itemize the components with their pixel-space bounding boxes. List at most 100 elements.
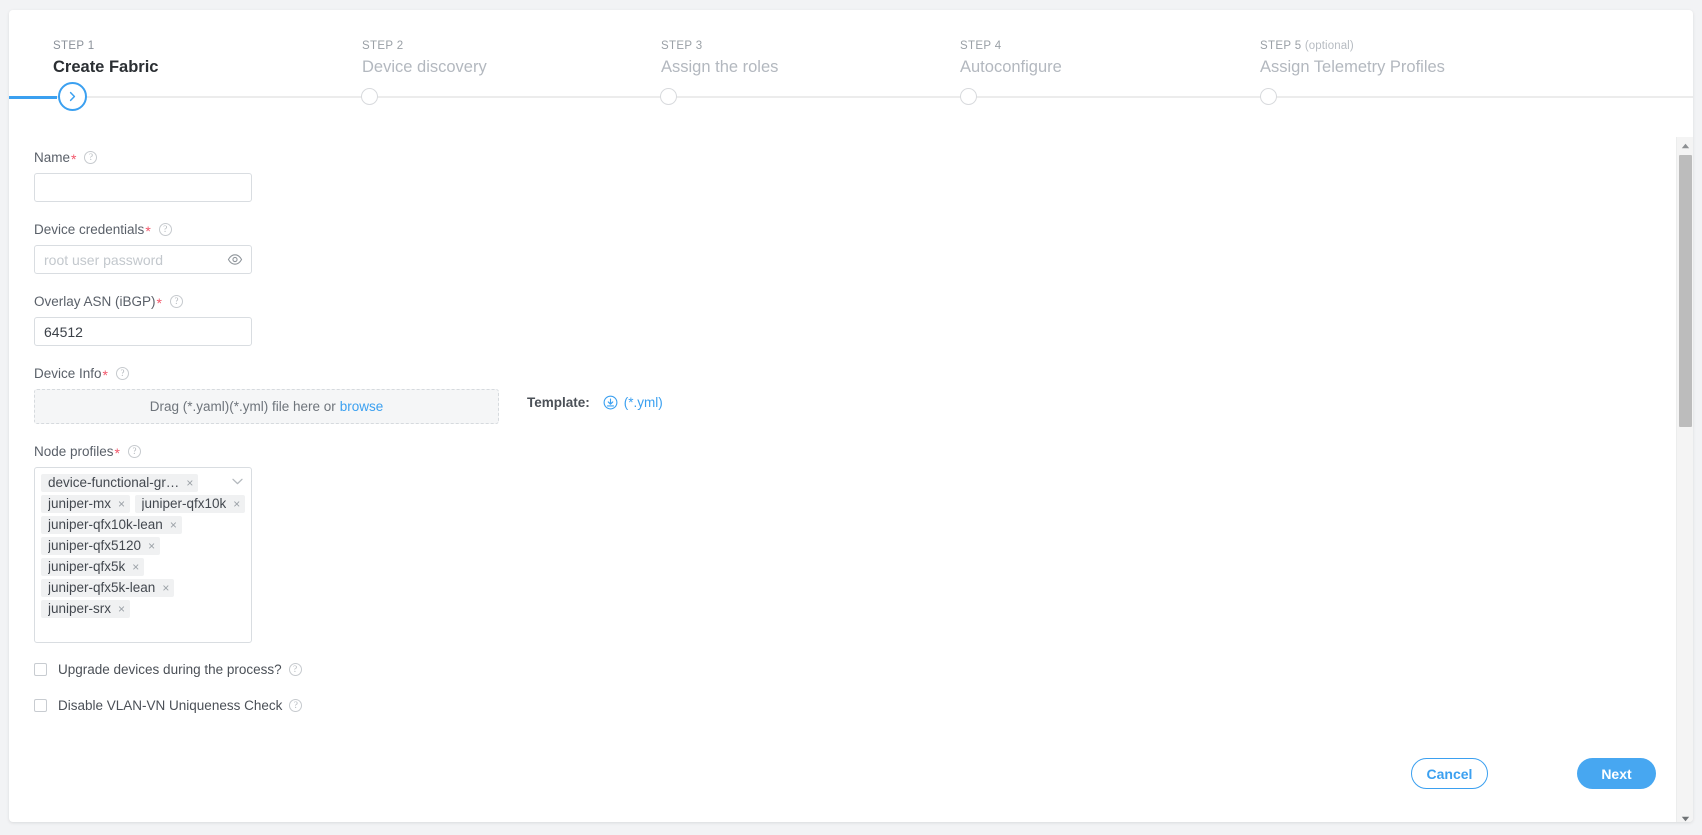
cancel-button[interactable]: Cancel [1411,758,1488,789]
step-5[interactable]: STEP 5 (optional) Assign Telemetry Profi… [1260,40,1445,77]
step-1-title: Create Fabric [53,58,159,76]
tag-item[interactable]: juniper-srx × [41,600,131,618]
dropzone-text: Drag (*.yaml)(*.yml) file here or [149,399,336,414]
tag-label: juniper-qfx5120 [48,538,142,553]
wizard-stepper: STEP 1 Create Fabric STEP 2 Device disco… [9,10,1693,128]
scroll-down-arrow-icon[interactable] [1677,810,1693,822]
step-5-node[interactable] [1260,88,1277,105]
field-name: Name * ? [34,150,1134,202]
node-profiles-help-icon[interactable]: ? [128,445,141,458]
page-root: STEP 1 Create Fabric STEP 2 Device disco… [0,0,1702,835]
tag-item[interactable]: juniper-mx × [41,495,131,513]
tag-item[interactable]: juniper-qfx5k × [41,558,145,576]
download-circle-icon [603,395,618,410]
chevron-right-icon [69,91,76,102]
tag-label: juniper-qfx10k-lean [48,517,163,532]
tag-item[interactable]: juniper-qfx10k-lean × [41,516,182,534]
template-download-link[interactable]: (*.yml) [603,395,663,410]
step-2-node[interactable] [361,88,378,105]
device-info-required-asterisk: * [102,366,108,383]
checkbox-upgrade-devices[interactable] [34,663,47,676]
node-profiles-tagbox[interactable]: device-functional-gr… × juniper-mx × junip… [34,467,252,643]
step-4[interactable]: STEP 4 Autoconfigure [960,40,1062,77]
device-credentials-help-icon[interactable]: ? [158,223,172,236]
step-2-kicker: STEP 2 [362,40,404,52]
overlay-asn-label: Overlay ASN (iBGP) * ? [34,294,1134,311]
tag-label: juniper-qfx5k-lean [48,580,156,595]
field-node-profiles: Node profiles * ? device-functional-gr… × … [34,444,1134,643]
checkbox-upgrade-devices-row[interactable]: Upgrade devices during the process? ? [34,662,1134,677]
tag-item[interactable]: juniper-qfx10k × [134,495,246,513]
tag-remove-icon[interactable]: × [233,497,240,511]
tag-remove-icon[interactable]: × [162,581,169,595]
scrollbar-thumb[interactable] [1679,155,1692,427]
chevron-down-icon[interactable] [232,478,243,485]
tag-item[interactable]: juniper-qfx5120 × [41,537,161,555]
name-input[interactable] [34,173,252,202]
step-4-kicker: STEP 4 [960,40,1002,52]
step-5-kicker: STEP 5 (optional) [1260,40,1354,52]
checkbox-upgrade-devices-label: Upgrade devices during the process? [58,662,282,677]
step-4-title: Autoconfigure [960,58,1062,76]
checkbox-disable-vlan-vn[interactable] [34,699,47,712]
device-credentials-required-asterisk: * [145,222,151,239]
step-2-title: Device discovery [362,58,487,76]
device-password-input[interactable] [34,245,252,274]
step-4-node[interactable] [960,88,977,105]
template-row: Template: (*.yml) [527,395,663,410]
tag-label: juniper-srx [48,601,112,616]
wizard-footer: Cancel Next [9,736,1693,822]
device-info-help-icon[interactable]: ? [116,367,129,380]
node-profiles-required-asterisk: * [114,444,120,461]
stepper-track-progress [9,96,57,99]
tag-label: juniper-mx [48,496,112,511]
upgrade-devices-help-icon[interactable]: ? [288,663,302,676]
tag-remove-icon[interactable]: × [118,602,125,616]
step-1[interactable]: STEP 1 Create Fabric [53,40,158,77]
overlay-asn-label-text: Overlay ASN (iBGP) [34,294,156,309]
step-3-node[interactable] [660,88,677,105]
tag-item[interactable]: juniper-qfx5k-lean × [41,579,175,597]
overlay-asn-input[interactable] [34,317,252,346]
tag-label: juniper-qfx10k [141,496,227,511]
tag-remove-icon[interactable]: × [148,539,155,553]
step-3-title: Assign the roles [661,58,779,76]
tag-remove-icon[interactable]: × [118,497,125,511]
name-help-icon[interactable]: ? [84,151,98,164]
device-credentials-label: Device credentials * ? [34,222,1134,239]
field-overlay-asn: Overlay ASN (iBGP) * ? [34,294,1134,346]
tag-item[interactable]: device-functional-gr… × [41,474,199,492]
field-device-credentials: Device credentials * ? [34,222,1134,274]
overlay-asn-required-asterisk: * [156,294,162,311]
step-3-kicker: STEP 3 [661,40,703,52]
device-info-label: Device Info * ? [34,366,1134,383]
scroll-up-arrow-icon[interactable] [1677,137,1693,154]
tag-remove-icon[interactable]: × [186,476,193,490]
step-3[interactable]: STEP 3 Assign the roles [661,40,778,77]
node-profiles-label-text: Node profiles [34,444,114,459]
tag-list: device-functional-gr… × juniper-mx × junip… [41,474,246,621]
vertical-scrollbar[interactable] [1676,137,1693,822]
checkbox-disable-vlan-vn-label: Disable VLAN-VN Uniqueness Check [58,698,283,713]
create-fabric-form: Name * ? Device credentials * ? root use… [34,150,1134,713]
node-profiles-label: Node profiles * ? [34,444,1134,461]
disable-vlan-vn-help-icon[interactable]: ? [289,699,303,712]
step-2[interactable]: STEP 2 Device discovery [362,40,487,77]
template-link-text: (*.yml) [623,395,663,410]
tag-label: device-functional-gr… [48,475,180,490]
name-required-asterisk: * [71,150,77,167]
eye-toggle-icon[interactable] [227,252,243,267]
template-label: Template: [527,395,590,410]
next-button[interactable]: Next [1577,758,1656,789]
tag-remove-icon[interactable]: × [170,518,177,532]
overlay-asn-help-icon[interactable]: ? [169,295,183,308]
device-info-dropzone[interactable]: Drag (*.yaml)(*.yml) file here or browse [34,389,499,424]
device-info-label-text: Device Info [34,366,102,381]
step-1-kicker: STEP 1 [53,40,95,52]
tag-label: juniper-qfx5k [48,559,126,574]
name-label-text: Name [34,150,71,165]
step-1-node[interactable] [58,82,87,111]
checkbox-disable-vlan-vn-row[interactable]: Disable VLAN-VN Uniqueness Check ? [34,698,1134,713]
browse-link[interactable]: browse [340,399,384,414]
tag-remove-icon[interactable]: × [132,560,139,574]
